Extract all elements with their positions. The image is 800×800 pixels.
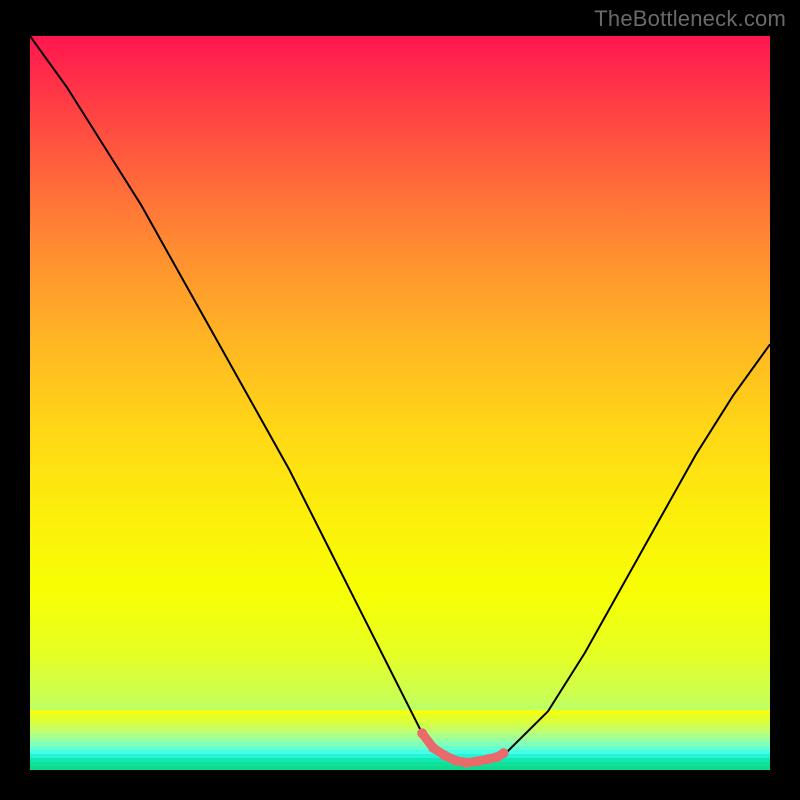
- watermark-text: TheBottleneck.com: [594, 6, 786, 32]
- curve-valley-marker: [417, 728, 508, 767]
- chart-svg: [30, 36, 770, 770]
- chart-area: [30, 36, 770, 770]
- curve-main: [30, 36, 770, 763]
